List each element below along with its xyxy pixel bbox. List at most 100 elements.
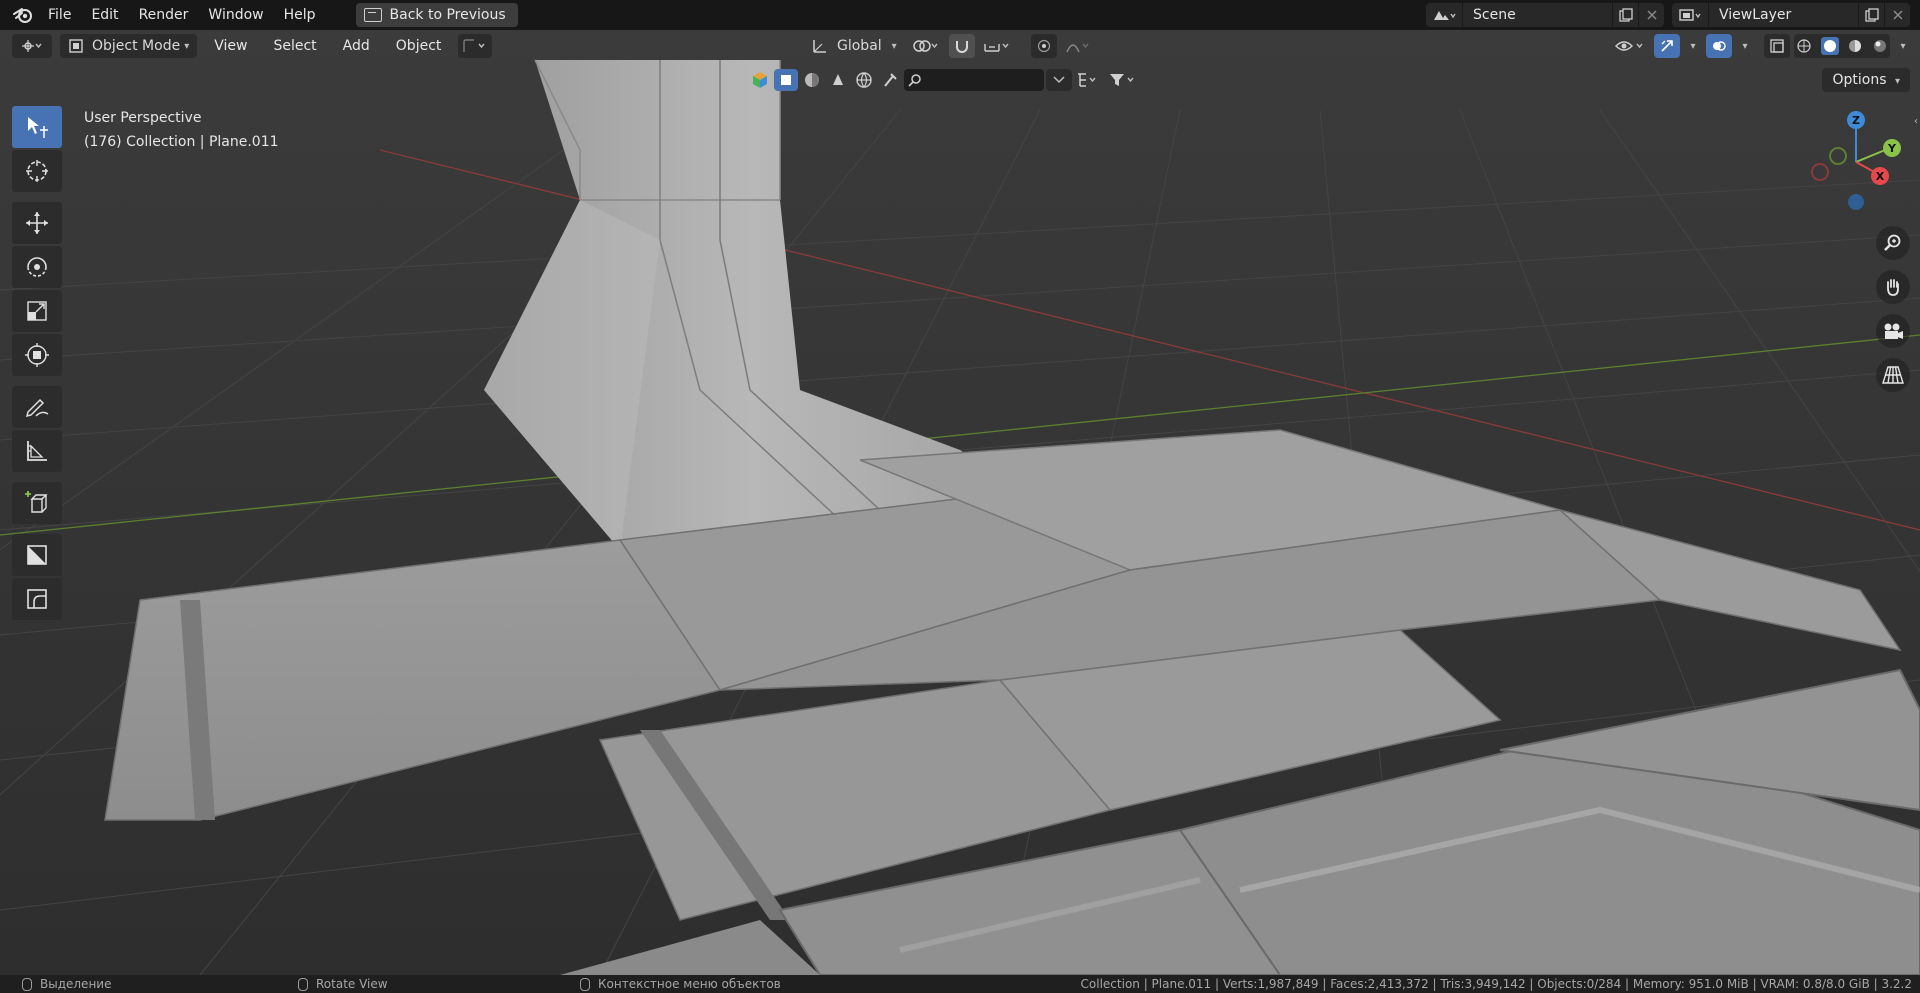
menu-render[interactable]: Render	[129, 0, 199, 30]
3d-cursor-icon	[26, 160, 48, 182]
menu-view[interactable]: View	[205, 34, 256, 58]
options-dropdown[interactable]: Options ▾	[1822, 68, 1910, 92]
zoom-icon[interactable]	[1876, 226, 1910, 260]
negative-y-axis[interactable]	[1829, 147, 1847, 165]
axis-orientation-icon	[813, 40, 826, 53]
search-icon	[908, 74, 921, 87]
overlays-dropdown-icon[interactable]: ▾	[1736, 34, 1754, 58]
collection-label: (176) Collection | Plane.011	[84, 134, 279, 150]
select-box-tool[interactable]	[12, 106, 62, 148]
gizmo-dropdown-icon[interactable]: ▾	[1684, 34, 1702, 58]
texture-brush-icon[interactable]	[878, 68, 902, 92]
world-icon[interactable]	[852, 68, 876, 92]
rotate-icon	[27, 257, 47, 277]
object-mode-dropdown[interactable]: Object Mode ▾	[60, 34, 198, 58]
rotate-tool[interactable]	[12, 246, 62, 288]
viewport-header-left: Object Mode ▾ View Select Add Object	[12, 34, 493, 58]
annotate-tool[interactable]	[12, 386, 62, 428]
material-sphere-icon[interactable]	[800, 68, 824, 92]
bevel-tool[interactable]	[12, 578, 62, 620]
menu-window[interactable]: Window	[198, 0, 273, 30]
falloff-curve-icon[interactable]	[1063, 34, 1093, 58]
scale-tool[interactable]	[12, 290, 62, 332]
3d-viewport[interactable]: Object Mode ▾ View Select Add Object Glo…	[0, 30, 1920, 975]
options-label: Options	[1832, 72, 1887, 88]
sidebar-toggle-icon[interactable]: ‹	[1914, 116, 1918, 127]
perspective-toggle-icon[interactable]	[1876, 358, 1910, 392]
overlays-toggle-icon[interactable]	[1706, 34, 1732, 58]
transform-tool[interactable]	[12, 334, 62, 376]
scene-name-field[interactable]: Scene	[1462, 3, 1612, 27]
xray-toggle-icon[interactable]	[1764, 34, 1790, 58]
material-shading-icon[interactable]	[1847, 38, 1863, 54]
proportional-edit-icon[interactable]	[1030, 34, 1057, 58]
view-layer-selector: ViewLayer	[1672, 3, 1910, 27]
add-cube-icon	[25, 491, 48, 513]
solid-shading-icon[interactable]	[1820, 37, 1839, 55]
tool-shelf	[12, 106, 62, 622]
object-mode-icon	[69, 39, 83, 53]
menu-add[interactable]: Add	[334, 34, 379, 58]
menu-file[interactable]: File	[38, 0, 81, 30]
menu-help[interactable]: Help	[274, 0, 326, 30]
menu-select[interactable]: Select	[264, 34, 325, 58]
transform-orientation-dropdown[interactable]: Global ▾	[805, 34, 903, 58]
view-layer-name-field[interactable]: ViewLayer	[1708, 3, 1858, 27]
viewport-info: User Perspective (176) Collection | Plan…	[84, 106, 279, 154]
search-input[interactable]	[904, 69, 1044, 91]
shading-dropdown-icon[interactable]: ▾	[1894, 34, 1912, 58]
menu-edit[interactable]: Edit	[81, 0, 128, 30]
navigation-gizmo[interactable]: Z Y X	[1800, 106, 1910, 216]
view-layer-type-icon[interactable]	[1672, 3, 1708, 27]
back-to-previous-button[interactable]: Back to Previous	[355, 3, 518, 27]
move-tool[interactable]	[12, 202, 62, 244]
scene-close-icon[interactable]	[1638, 3, 1664, 27]
scene-type-icon[interactable]	[1426, 3, 1462, 27]
object-extra-dropdown[interactable]	[458, 34, 493, 58]
move-arrows-icon	[26, 212, 48, 234]
select-box-icon[interactable]	[774, 69, 798, 91]
add-cube-tool[interactable]	[12, 482, 62, 524]
select-cursor-icon	[28, 117, 48, 138]
viewport-scene	[0, 30, 1920, 975]
measure-tool[interactable]	[12, 430, 62, 472]
filter-header	[748, 68, 1140, 92]
viewport-header-right: ▾ ▾ ▾	[1612, 34, 1912, 58]
wireframe-shading-icon[interactable]	[1796, 38, 1812, 54]
right-mouse-icon	[580, 977, 590, 991]
snap-target-icon[interactable]	[981, 34, 1015, 58]
object-mode-label: Object Mode	[92, 38, 181, 54]
scale-icon	[27, 301, 47, 321]
mask-icon	[27, 545, 47, 565]
gizmo-toggle-icon[interactable]	[1654, 34, 1680, 58]
hierarchy-icon[interactable]	[1074, 68, 1104, 92]
pan-hand-icon[interactable]	[1876, 270, 1910, 304]
chevron-down-icon: ▾	[184, 40, 190, 52]
visibility-eye-icon[interactable]	[1612, 34, 1650, 58]
negative-x-axis[interactable]	[1811, 163, 1829, 181]
snap-toggle-icon[interactable]	[948, 34, 975, 58]
status-left-action: Выделение	[22, 975, 111, 993]
rendered-shading-icon[interactable]	[1872, 38, 1888, 54]
back-screen-icon	[363, 8, 382, 22]
left-mouse-icon	[22, 977, 32, 991]
blender-logo-icon[interactable]	[8, 0, 38, 30]
menu-object[interactable]: Object	[387, 34, 451, 58]
perspective-label: User Perspective	[84, 110, 202, 126]
view-layer-close-icon[interactable]	[1884, 3, 1910, 27]
transform-orientation-label: Global	[837, 38, 882, 54]
mask-tool[interactable]	[12, 534, 62, 576]
scene-copy-icon[interactable]	[1612, 3, 1638, 27]
cursor-tool[interactable]	[12, 150, 62, 192]
status-middle-action: Rotate View	[298, 975, 388, 993]
color-cube-icon[interactable]	[748, 68, 772, 92]
scene-statistics: Collection | Plane.011 | Verts:1,987,849…	[1080, 977, 1912, 991]
light-icon[interactable]	[826, 68, 850, 92]
search-dropdown-icon[interactable]	[1046, 69, 1072, 91]
view-layer-copy-icon[interactable]	[1858, 3, 1884, 27]
editor-type-button[interactable]	[12, 34, 52, 58]
filter-icon[interactable]	[1106, 68, 1140, 92]
camera-view-icon[interactable]	[1876, 314, 1910, 348]
pivot-point-icon[interactable]	[909, 34, 943, 58]
negative-z-axis[interactable]	[1848, 194, 1864, 210]
